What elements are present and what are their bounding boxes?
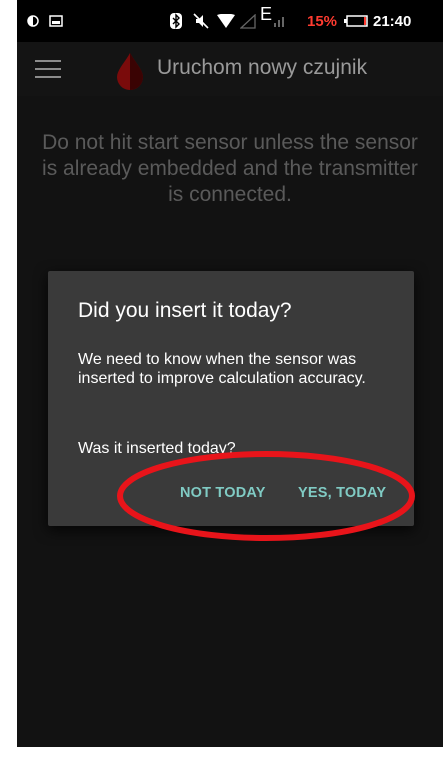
- dialog-title: Did you insert it today?: [78, 299, 292, 322]
- clock: 21:40: [373, 12, 412, 30]
- dialog-message: We need to know when the sensor was inse…: [78, 351, 366, 387]
- image-icon: [49, 13, 63, 29]
- battery-icon: [344, 13, 368, 29]
- not-today-button[interactable]: NOT TODAY: [180, 485, 266, 501]
- app-bar: Uruchom nowy czujnik: [17, 42, 443, 96]
- bluetooth-icon: [170, 13, 182, 29]
- signal-bars-icon: [273, 13, 285, 29]
- mute-icon: [193, 13, 209, 29]
- blood-drop-icon: [113, 52, 147, 90]
- battery-percent: 15%: [307, 12, 338, 30]
- wifi-icon: [217, 13, 235, 29]
- dialog-question: Was it inserted today?: [78, 440, 236, 457]
- network-type-label: E: [260, 3, 273, 24]
- brightness-icon: [27, 13, 39, 29]
- menu-icon[interactable]: [35, 60, 61, 78]
- sensor-info-text: Do not hit start sensor unless the senso…: [42, 131, 418, 206]
- yes-today-button[interactable]: YES, TODAY: [298, 485, 386, 501]
- status-bar: E 15% 21:40: [17, 0, 443, 42]
- app-title: Uruchom nowy czujnik: [157, 56, 368, 79]
- signal-icon: [240, 13, 256, 29]
- insert-today-dialog: Did you insert it today? We need to know…: [48, 271, 414, 526]
- phone-screen: E 15% 21:40 Uruchom nowy czujnik Do not …: [17, 0, 443, 747]
